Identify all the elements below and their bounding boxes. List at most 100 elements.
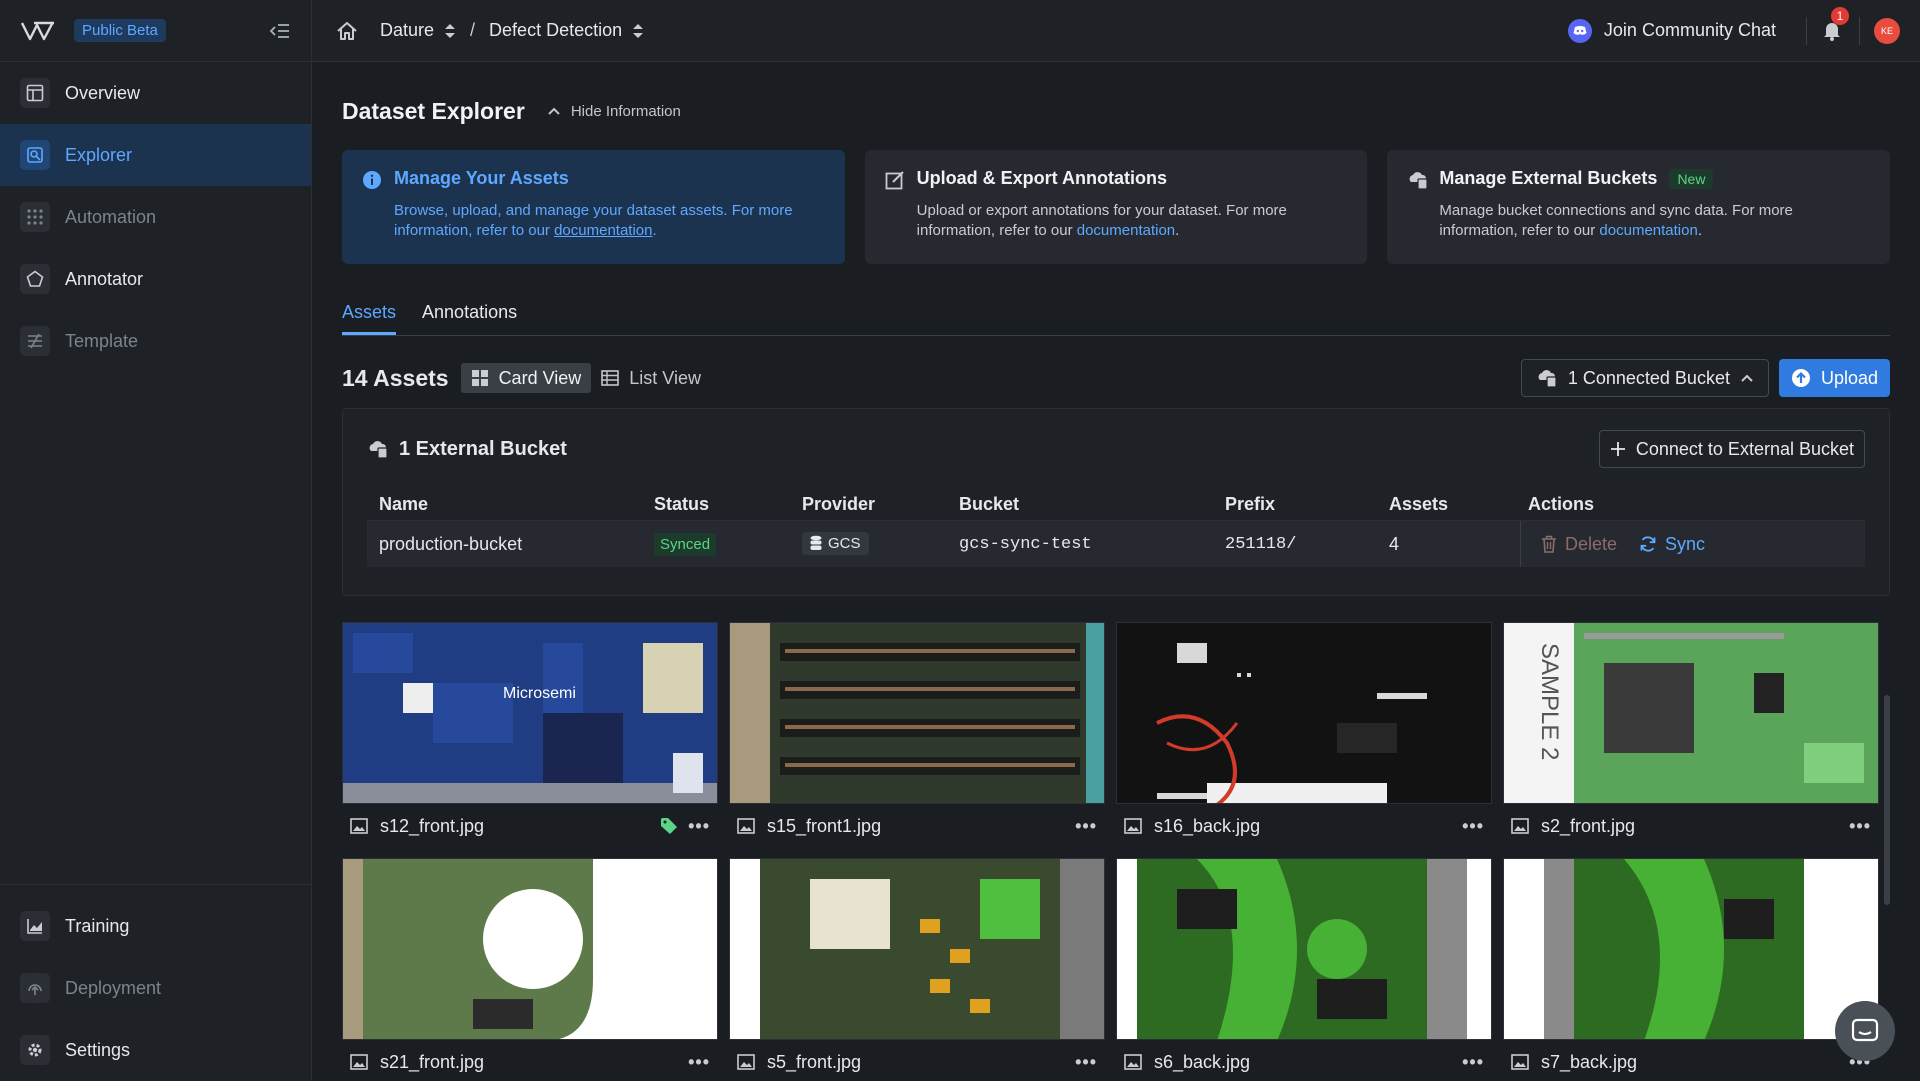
card-view-button[interactable]: Card View — [460, 363, 592, 393]
breadcrumb-organization[interactable]: Dature — [380, 20, 434, 41]
asset-card[interactable]: s6_back.jpg ••• — [1116, 858, 1492, 1081]
new-badge: New — [1669, 168, 1714, 189]
chevron-up-icon — [1741, 374, 1753, 382]
asset-card-footer: s5_front.jpg ••• — [729, 1040, 1105, 1081]
bucket-table-header: Name Status Provider Bucket Prefix Asset… — [367, 489, 1865, 521]
sidebar-item-training[interactable]: Training — [0, 895, 311, 957]
edit-icon — [885, 168, 907, 246]
divider — [1859, 16, 1860, 45]
asset-card-footer: s2_front.jpg ••• — [1503, 804, 1879, 848]
bucket-asset-count: 4 — [1389, 533, 1400, 554]
documentation-link[interactable]: documentation — [1077, 222, 1175, 239]
discord-icon[interactable] — [1567, 18, 1592, 43]
asset-thumbnail[interactable] — [1503, 858, 1879, 1040]
asset-card-footer: s16_back.jpg ••• — [1116, 804, 1492, 848]
sync-icon — [1640, 536, 1656, 552]
delete-label: Delete — [1565, 533, 1618, 554]
asset-card[interactable]: s16_back.jpg ••• — [1116, 622, 1492, 848]
asset-thumbnail[interactable]: SAMPLE 2 — [1503, 622, 1879, 804]
sync-button[interactable]: Sync — [1639, 534, 1705, 555]
documentation-link[interactable]: documentation — [554, 222, 652, 239]
sidebar-item-overview[interactable]: Overview — [0, 62, 311, 124]
asset-grid-scrollbar[interactable] — [1884, 695, 1890, 905]
tag-icon — [661, 818, 678, 834]
table-row: production-bucket Synced GCS gcs-sync-te… — [367, 521, 1865, 567]
organization-switch-icon[interactable] — [444, 22, 456, 40]
connected-bucket-label: 1 Connected Bucket — [1567, 367, 1730, 388]
bell-icon[interactable]: 1 — [1821, 6, 1849, 43]
more-options-icon[interactable]: ••• — [688, 1052, 710, 1073]
asset-filename: s6_back.jpg — [1154, 1051, 1251, 1072]
asset-filename: s21_front.jpg — [380, 1051, 485, 1072]
list-view-label: List View — [629, 367, 701, 388]
image-icon — [350, 1054, 368, 1070]
sidebar-item-settings[interactable]: Settings — [0, 1019, 311, 1081]
asset-card[interactable]: s21_front.jpg ••• — [342, 858, 718, 1081]
asset-filename: s2_front.jpg — [1541, 815, 1636, 836]
join-community-chat-link[interactable]: Join Community Chat — [1604, 20, 1776, 41]
datature-logo[interactable] — [20, 20, 56, 42]
asset-card-footer: s12_front.jpg ••• — [342, 804, 718, 848]
asset-thumbnail[interactable] — [342, 858, 718, 1040]
collapse-sidebar-icon[interactable] — [267, 18, 293, 44]
asset-thumbnail[interactable] — [1116, 622, 1492, 804]
info-card-tail: . — [652, 222, 657, 239]
home-icon[interactable] — [336, 21, 358, 41]
sidebar-item-template[interactable]: Template — [0, 310, 311, 372]
column-header-bucket: Bucket — [959, 494, 1020, 514]
asset-card[interactable]: s15_front1.jpg ••• — [729, 622, 1105, 848]
sidebar-item-label: Explorer — [65, 144, 133, 165]
assets-toolbar-actions: 1 Connected Bucket Upload — [1520, 359, 1890, 397]
more-options-icon[interactable]: ••• — [688, 816, 710, 837]
documentation-link[interactable]: documentation — [1599, 222, 1697, 239]
database-icon — [810, 535, 822, 551]
external-bucket-title: 1 External Bucket — [399, 437, 567, 460]
delete-button[interactable]: Delete — [1541, 534, 1617, 555]
image-icon — [1124, 818, 1142, 834]
list-view-button[interactable]: List View — [591, 363, 711, 393]
asset-thumbnail[interactable] — [729, 858, 1105, 1040]
asset-thumbnail[interactable] — [729, 622, 1105, 804]
more-options-icon[interactable]: ••• — [1075, 1052, 1097, 1073]
tab-assets[interactable]: Assets — [342, 294, 397, 335]
tab-annotations[interactable]: Annotations — [422, 294, 517, 335]
asset-thumbnail[interactable]: Microsemi — [342, 622, 718, 804]
column-header-provider: Provider — [802, 494, 876, 514]
asset-filename: s5_front.jpg — [767, 1051, 862, 1072]
connected-bucket-button[interactable]: 1 Connected Bucket — [1520, 359, 1769, 397]
breadcrumb: Dature / Defect Detection — [380, 20, 644, 41]
asset-card[interactable]: SAMPLE 2 s2_front.jpg ••• — [1503, 622, 1879, 848]
asset-thumbnail[interactable] — [1116, 858, 1492, 1040]
more-options-icon[interactable]: ••• — [1462, 816, 1484, 837]
info-card-title-text: Manage External Buckets — [1439, 168, 1658, 188]
sidebar-item-automation[interactable]: Automation — [0, 186, 311, 248]
info-card-title: Manage External Buckets New — [1439, 168, 1870, 189]
connect-external-bucket-button[interactable]: Connect to External Bucket — [1598, 430, 1865, 468]
avatar[interactable]: KE — [1874, 17, 1900, 44]
sidebar-item-label: Training — [65, 915, 130, 936]
more-options-icon[interactable]: ••• — [1849, 816, 1871, 837]
asset-card[interactable]: Microsemi s12_front.jpg ••• — [342, 622, 718, 848]
hide-information-label: Hide Information — [570, 102, 681, 120]
more-options-icon[interactable]: ••• — [1462, 1052, 1484, 1073]
info-card-text: Upload or export annotations for your da… — [917, 201, 1348, 241]
top-bar: Dature / Defect Detection Join Community… — [312, 0, 1920, 62]
more-options-icon[interactable]: ••• — [1075, 816, 1097, 837]
breadcrumb-project[interactable]: Defect Detection — [489, 20, 622, 41]
upload-button[interactable]: Upload — [1778, 359, 1890, 397]
sidebar-item-annotator[interactable]: Annotator — [0, 248, 311, 310]
info-card-annotations: Upload & Export Annotations Upload or ex… — [864, 150, 1368, 264]
asset-filename: s7_back.jpg — [1541, 1051, 1638, 1072]
chat-launcher-button[interactable] — [1835, 1001, 1895, 1061]
sidebar-item-explorer[interactable]: Explorer — [0, 124, 311, 186]
hide-information-toggle[interactable]: Hide Information — [547, 103, 681, 120]
project-switch-icon[interactable] — [632, 22, 644, 40]
content: Dataset Explorer Hide Information Manage… — [312, 62, 1920, 1081]
info-card-external-buckets: Manage External Buckets New Manage bucket… — [1387, 150, 1891, 264]
asset-card[interactable]: s7_back.jpg ••• — [1503, 858, 1879, 1081]
sidebar-item-label: Overview — [65, 82, 141, 103]
bucket-name: production-bucket — [379, 533, 523, 554]
sidebar-item-deployment[interactable]: Deployment — [0, 957, 311, 1019]
asset-card[interactable]: s5_front.jpg ••• — [729, 858, 1105, 1081]
notification-count-badge: 1 — [1831, 6, 1849, 25]
